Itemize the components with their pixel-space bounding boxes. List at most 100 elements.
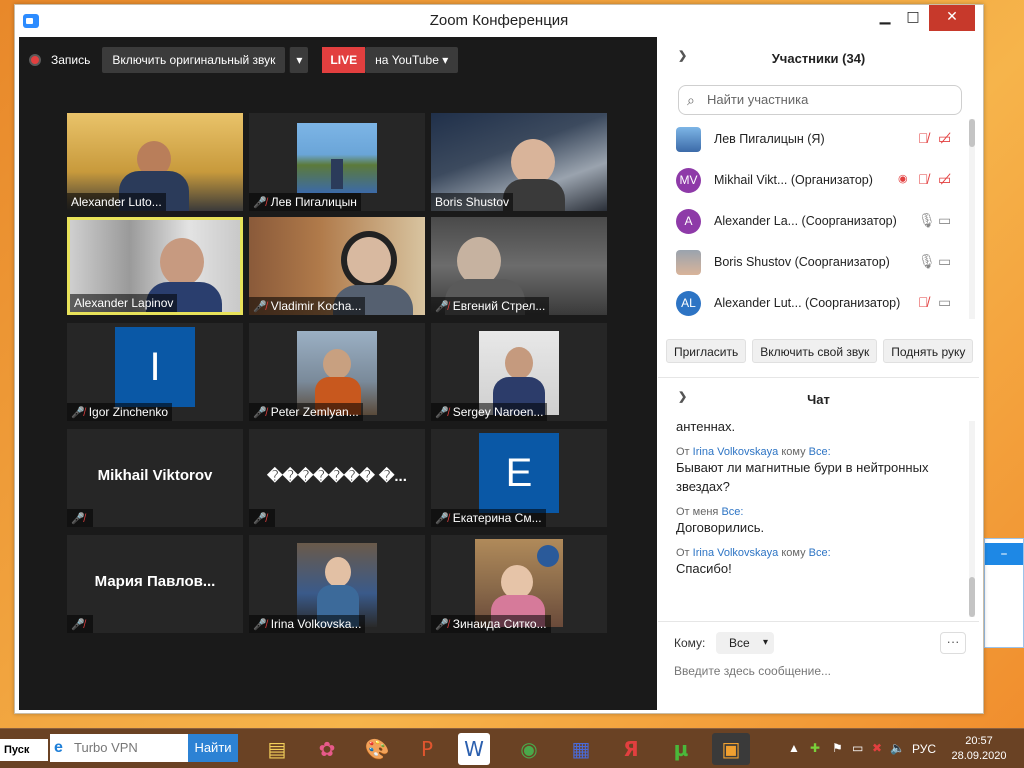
video-tile[interactable]: I 🎤̸ Igor Zinchenko — [67, 323, 243, 421]
participant-row[interactable]: MV Mikhail Vikt... (Организатор) ◉ 🎙̸ ▭̸ — [676, 160, 966, 201]
powerpoint-icon[interactable]: P — [408, 733, 446, 765]
raise-hand-button[interactable]: Поднять руку — [883, 339, 974, 363]
scroll-thumb[interactable] — [969, 577, 975, 617]
muted-mic-icon[interactable]: 🎙̸ — [918, 130, 929, 146]
record-label[interactable]: Запись — [51, 53, 90, 67]
youtube-stream-button[interactable]: на YouTube ▾ — [365, 47, 459, 73]
alert-icon[interactable]: ✖ — [872, 741, 882, 755]
participant-name: Alexander Lut... (Соорганизатор) — [714, 296, 901, 310]
video-editor-icon[interactable]: ▣ — [712, 733, 750, 765]
record-icon[interactable] — [29, 54, 41, 66]
original-audio-button[interactable]: Включить оригинальный звук — [102, 47, 286, 73]
photo-viewer-icon[interactable]: ✿ — [308, 733, 346, 765]
flag-icon[interactable]: ⚑ — [832, 741, 843, 755]
word-icon[interactable]: W — [458, 733, 490, 765]
input-language[interactable]: РУС — [912, 742, 936, 756]
live-badge[interactable]: LIVE — [322, 47, 366, 73]
muted-mic-icon: 🎤̸ — [71, 619, 85, 631]
video-icon[interactable]: ▭ — [938, 253, 951, 269]
tile-name: 🎤̸ — [249, 509, 275, 527]
save-disk-icon[interactable]: ▦ — [562, 733, 600, 765]
taskbar: Пуск e Turbo VPN Найти ▤ ✿ 🎨 P W ◉ ▦ Я µ … — [0, 728, 1024, 768]
video-tile[interactable]: 🎤̸ Зинаида Ситко... — [431, 535, 607, 633]
invite-button[interactable]: Пригласить — [666, 339, 747, 363]
video-off-icon[interactable]: ▭̸ — [938, 130, 951, 146]
original-audio-dropdown[interactable]: ▾ — [289, 47, 309, 73]
message-text: антеннах. — [676, 419, 736, 434]
search-button[interactable]: Найти — [188, 734, 238, 762]
avatar: AL — [676, 291, 701, 316]
chat-message: От меня Все: Договорились. — [676, 506, 966, 537]
participant-name: Лев Пигалицын (Я) — [714, 132, 825, 146]
file-explorer-icon[interactable]: ▤ — [258, 733, 296, 765]
video-tile[interactable]: Mikhail Viktorov 🎤̸ — [67, 429, 243, 527]
maximize-button[interactable]: □ — [899, 5, 927, 31]
video-tile[interactable]: Мария Павлов... 🎤̸ — [67, 535, 243, 633]
start-button[interactable]: Пуск — [0, 739, 48, 761]
participant-row[interactable]: Boris Shustov (Соорганизатор) 🎙 ▭ — [676, 242, 966, 283]
participant-row[interactable]: Лев Пигалицын (Я) 🎙̸ ▭̸ — [676, 119, 966, 160]
mic-icon[interactable]: 🎙 — [918, 212, 936, 228]
video-tile[interactable]: E 🎤̸ Екатерина См... — [431, 429, 607, 527]
yandex-icon[interactable]: Я — [612, 733, 650, 765]
tile-name: 🎤̸ Sergey Naroen... — [431, 403, 548, 421]
video-feed — [297, 123, 377, 193]
background-window[interactable]: – — [984, 538, 1024, 648]
recipient-select[interactable]: Все ▾ — [716, 632, 774, 654]
video-icon[interactable]: ▭ — [938, 212, 951, 228]
message-input[interactable]: Введите здесь сообщение... — [674, 664, 831, 678]
avatar — [676, 250, 701, 275]
scroll-thumb[interactable] — [969, 119, 975, 147]
video-tile[interactable]: Boris Shustov — [431, 113, 607, 211]
chat-header: ❯ Чат — [658, 377, 979, 417]
chat-messages: антеннах. От Irina Volkovskaya кому Все:… — [676, 417, 966, 617]
utorrent-icon[interactable]: µ — [662, 733, 700, 765]
tile-name: 🎤̸ Igor Zinchenko — [67, 403, 173, 421]
volume-icon[interactable]: 🔈 — [890, 741, 905, 755]
video-tile[interactable]: 🎤̸ Peter Zemlyan... — [249, 323, 425, 421]
network-icon[interactable]: ✚ — [810, 741, 820, 755]
chat-scrollbar[interactable] — [969, 421, 975, 617]
muted-mic-icon[interactable]: 🎙̸ — [918, 171, 929, 187]
muted-mic-icon: 🎤̸ — [71, 513, 85, 525]
tile-name: Boris Shustov — [431, 193, 514, 211]
participant-search-input[interactable]: ⌕ Найти участника — [678, 85, 962, 115]
video-tile[interactable]: Alexander Luto... — [67, 113, 243, 211]
video-tile[interactable]: 🎤̸ Евгений Стрел... — [431, 217, 607, 315]
recipient-label: Кому: — [674, 636, 706, 650]
minimize-icon[interactable]: – — [985, 543, 1023, 565]
tile-name: Alexander Lapinov — [70, 294, 178, 312]
video-tile[interactable]: 🎤̸ Лев Пигалицын — [249, 113, 425, 211]
clock[interactable]: 20:57 28.09.2020 — [944, 734, 1014, 764]
participants-scrollbar[interactable] — [969, 119, 975, 319]
video-tile[interactable]: ������� �... 🎤̸ — [249, 429, 425, 527]
mic-icon[interactable]: 🎙 — [918, 253, 936, 269]
close-button[interactable]: ✕ — [929, 5, 975, 31]
chrome-icon[interactable]: ◉ — [510, 733, 548, 765]
search-icon: ⌕ — [687, 92, 695, 108]
minimize-button[interactable]: ▁ — [871, 5, 899, 31]
video-off-icon[interactable]: ▭̸ — [938, 171, 951, 187]
show-hidden-icons-icon[interactable]: ▲ — [788, 741, 800, 755]
participant-row[interactable]: AL Alexander Lut... (Соорганизатор) 🎙̸ ▭ — [676, 283, 966, 324]
message-sender: От Irina Volkovskaya кому Все: — [676, 547, 831, 559]
video-tile[interactable]: 🎤̸ Vladimir Kocha... — [249, 217, 425, 315]
chevron-down-icon: ▾ — [762, 637, 768, 648]
paint-icon[interactable]: 🎨 — [358, 733, 396, 765]
message-text: Договорились. — [676, 520, 765, 535]
unmute-button[interactable]: Включить свой звук — [752, 339, 878, 363]
participant-row[interactable]: A Alexander La... (Соорганизатор) 🎙 ▭ — [676, 201, 966, 242]
taskbar-search-input[interactable]: e Turbo VPN — [50, 734, 188, 762]
video-tile[interactable]: 🎤̸ Irina Volkovska... — [249, 535, 425, 633]
chat-message: От Irina Volkovskaya кому Все: Бывают ли… — [676, 446, 966, 496]
muted-mic-icon: 🎤̸ — [253, 197, 267, 209]
display-icon[interactable]: ▭ — [852, 741, 863, 755]
muted-mic-icon: 🎤̸ — [253, 407, 267, 419]
video-icon[interactable]: ▭ — [938, 294, 951, 310]
active-speaker-tile[interactable]: Alexander Lapinov — [67, 217, 243, 315]
muted-mic-icon[interactable]: 🎙̸ — [918, 294, 929, 310]
video-tile[interactable]: 🎤̸ Sergey Naroen... — [431, 323, 607, 421]
more-options-icon[interactable]: ··· — [940, 632, 966, 654]
muted-mic-icon: 🎤̸ — [435, 513, 449, 525]
muted-mic-icon: 🎤̸ — [253, 513, 267, 525]
